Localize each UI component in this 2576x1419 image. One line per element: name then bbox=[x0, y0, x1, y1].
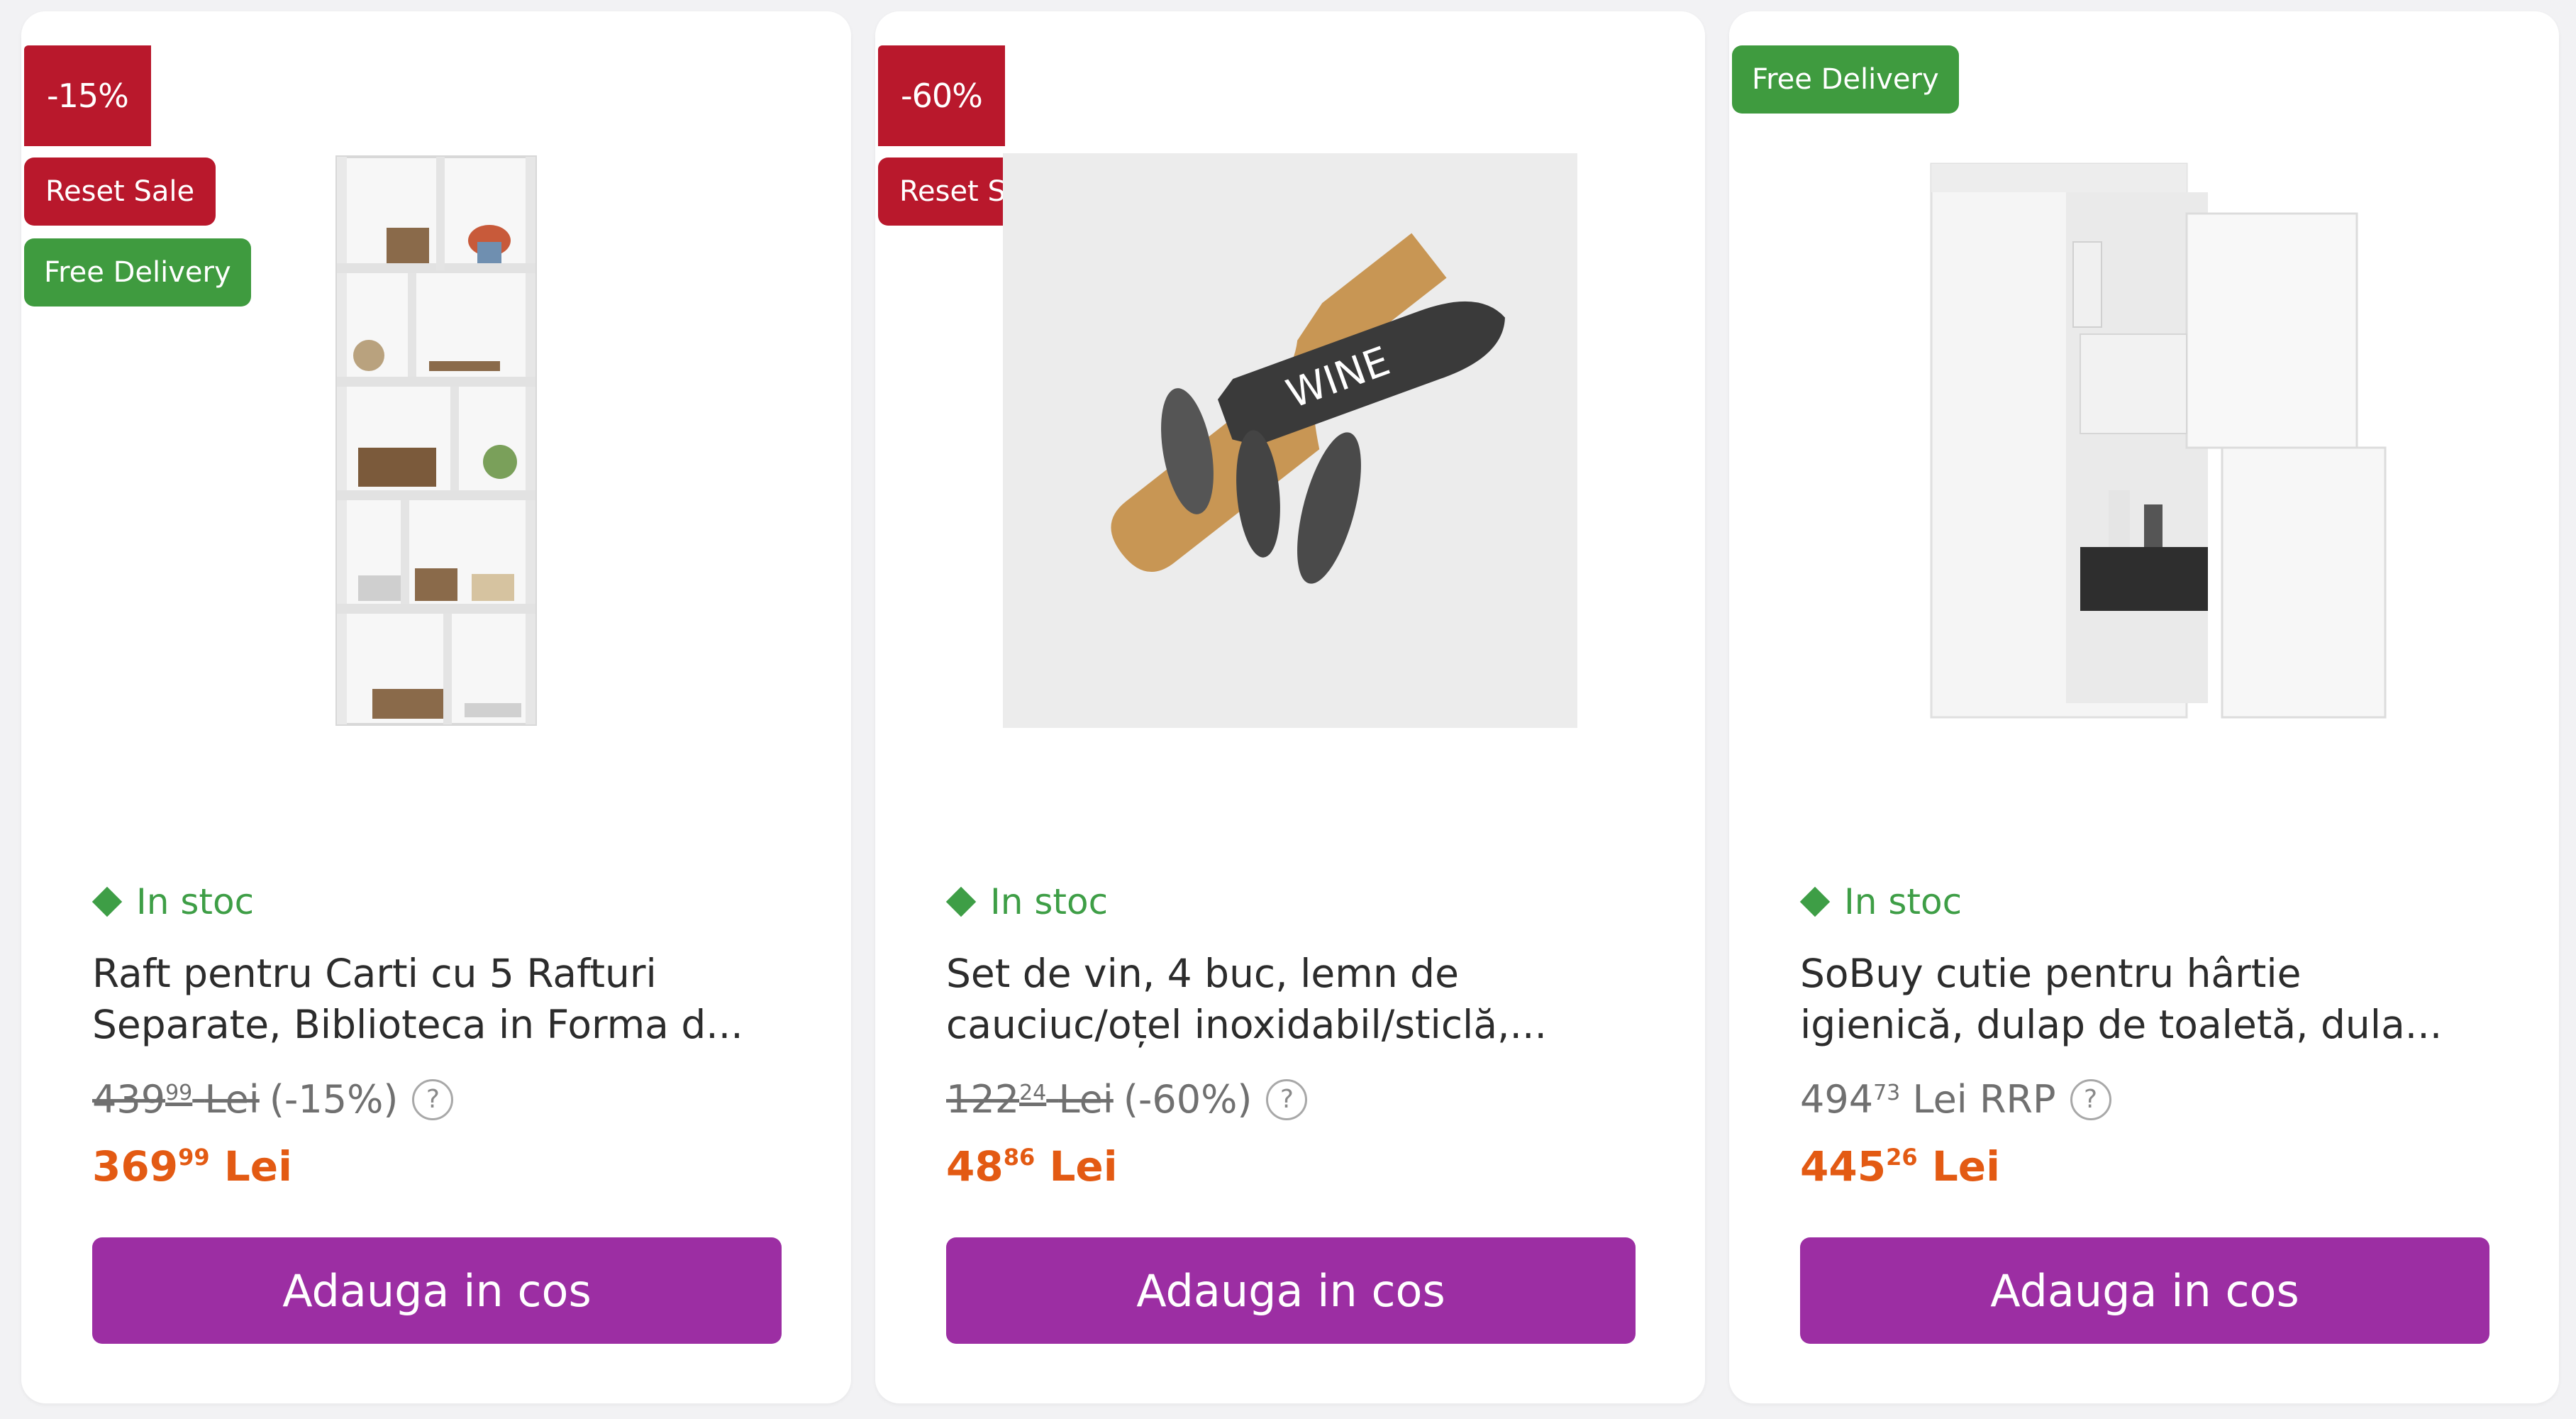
current-price: 36999 Lei bbox=[92, 1142, 292, 1191]
stock-diamond-icon bbox=[91, 886, 123, 917]
stock-label: In stoc bbox=[990, 881, 1109, 922]
help-icon[interactable]: ? bbox=[1266, 1078, 1308, 1120]
stock-status: In stoc bbox=[945, 881, 1109, 922]
product-title[interactable]: Raft pentru Carti cu 5 Rafturi Separate,… bbox=[92, 948, 801, 1050]
current-price: 4886 Lei bbox=[946, 1142, 1118, 1191]
product-title[interactable]: Set de vin, 4 buc, lemn de cauciuc/oțel … bbox=[946, 948, 1655, 1050]
wine-set-image: WINE bbox=[1003, 153, 1577, 728]
stock-status: In stoc bbox=[1799, 881, 1962, 922]
stock-label: In stoc bbox=[136, 881, 255, 922]
rrp-price: 49473 Lei RRP ? bbox=[1800, 1077, 2111, 1122]
old-price-value: 12224 Lei bbox=[946, 1077, 1114, 1122]
discount-note: (-15%) bbox=[269, 1077, 399, 1122]
stock-diamond-icon bbox=[945, 886, 977, 917]
product-title-line: igienică, dulap de toaletă, dula... bbox=[1800, 1002, 2443, 1047]
stock-label: In stoc bbox=[1844, 881, 1962, 922]
product-grid: -15% Reset Sale Free Delivery In stoc Ra… bbox=[0, 0, 2576, 1419]
product-title[interactable]: SoBuy cutie pentru hârtie igienică, dula… bbox=[1800, 948, 2509, 1050]
product-card-wine-set[interactable]: -60% Reset Sale WINE In stoc Set de vin,… bbox=[875, 11, 1705, 1403]
product-image[interactable] bbox=[21, 111, 851, 771]
add-to-cart-button[interactable]: Adauga in cos bbox=[92, 1237, 782, 1344]
rrp-value: 49473 Lei RRP bbox=[1800, 1077, 2056, 1122]
product-title-line: Set de vin, 4 buc, lemn de bbox=[946, 951, 1459, 996]
add-to-cart-button[interactable]: Adauga in cos bbox=[1800, 1237, 2489, 1344]
product-title-line: Raft pentru Carti cu 5 Rafturi bbox=[92, 951, 657, 996]
current-price: 44526 Lei bbox=[1800, 1142, 2000, 1191]
cabinet-image bbox=[1930, 162, 2387, 719]
product-title-line: Separate, Biblioteca in Forma d... bbox=[92, 1002, 743, 1047]
old-price: 43999 Lei (-15%) ? bbox=[92, 1077, 454, 1122]
product-card-bookshelf[interactable]: -15% Reset Sale Free Delivery In stoc Ra… bbox=[21, 11, 851, 1403]
product-card-toilet-cabinet[interactable]: Free Delivery In stoc SoBuy cutie pentru… bbox=[1729, 11, 2559, 1403]
free-delivery-badge: Free Delivery bbox=[1732, 45, 1959, 114]
product-title-line: SoBuy cutie pentru hârtie bbox=[1800, 951, 2302, 996]
old-price-value: 43999 Lei bbox=[92, 1077, 260, 1122]
help-icon[interactable]: ? bbox=[412, 1078, 454, 1120]
old-price: 12224 Lei (-60%) ? bbox=[946, 1077, 1308, 1122]
stock-status: In stoc bbox=[91, 881, 255, 922]
product-image[interactable]: WINE bbox=[875, 111, 1705, 771]
add-to-cart-button[interactable]: Adauga in cos bbox=[946, 1237, 1636, 1344]
stock-diamond-icon bbox=[1799, 886, 1831, 917]
product-title-line: cauciuc/oțel inoxidabil/sticlă,... bbox=[946, 1002, 1547, 1047]
discount-note: (-60%) bbox=[1123, 1077, 1253, 1122]
bookshelf-image bbox=[335, 155, 537, 726]
product-image[interactable] bbox=[1729, 111, 2559, 771]
help-icon[interactable]: ? bbox=[2070, 1078, 2111, 1120]
